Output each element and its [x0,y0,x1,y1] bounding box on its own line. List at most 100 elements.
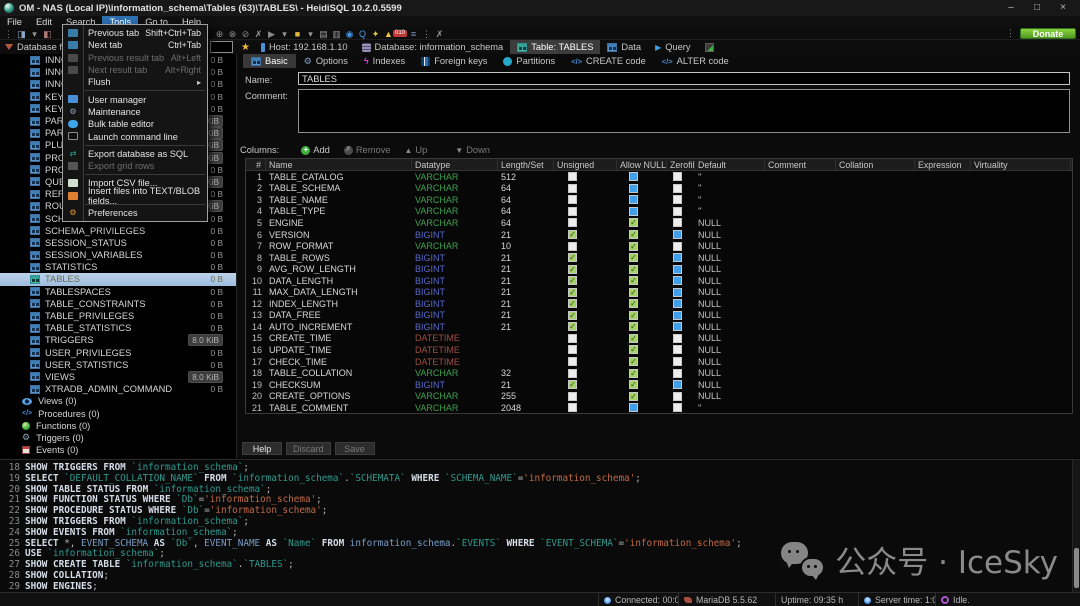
zerofill-checkbox[interactable] [673,334,682,343]
close-tab-icon[interactable]: ✗ [433,28,446,40]
tree-table-table-privileges[interactable]: TABLE_PRIVILEGES0 B [0,310,236,322]
discard-icon[interactable]: ⊗ [226,28,239,40]
zerofill-checkbox[interactable] [673,265,682,274]
unsigned-checkbox[interactable] [568,357,577,366]
allow-null-checkbox[interactable] [629,299,638,308]
zerofill-checkbox[interactable] [673,345,682,354]
tree-table-views[interactable]: VIEWS8.0 KiB [0,371,236,383]
grip-icon[interactable]: ⋮ [2,28,15,40]
tree-table-xtradb-admin-command[interactable]: XTRADB_ADMIN_COMMAND0 B [0,383,236,395]
tab-data[interactable]: Data [600,40,648,54]
grid-row-table-catalog[interactable]: 1TABLE_CATALOGVARCHAR512'' [246,171,1072,183]
menu-item-previous-tab[interactable]: Previous tabShift+Ctrl+Tab [63,27,207,39]
zerofill-checkbox[interactable] [673,276,682,285]
execute-icon[interactable]: ▶ [265,28,278,40]
tab-indexes[interactable]: ϟIndexes [356,54,413,68]
grid-header-virtuality[interactable]: Virtuality [971,159,1071,170]
zerofill-checkbox[interactable] [673,299,682,308]
open-caret-icon[interactable]: ▾ [304,28,317,40]
grid-row-data-free[interactable]: 13DATA_FREEBIGINT21NULL [246,310,1072,322]
tab-partitions[interactable]: Partitions [495,54,563,68]
tree-table-tables[interactable]: TABLES0 B [0,273,236,285]
tab-foreign-keys[interactable]: Foreign keys [413,54,495,68]
tab-alter-code[interactable]: </>ALTER code [654,54,737,68]
grid-row-create-time[interactable]: 15CREATE_TIMEDATETIMENULL [246,333,1072,345]
menu-edit[interactable]: Edit [29,16,59,27]
allow-null-checkbox[interactable] [629,195,638,204]
grid-header-allow-null[interactable]: Allow NULL [617,159,667,170]
apply-icon[interactable]: ⊘ [239,28,252,40]
move-up-button[interactable]: ▲ Up [404,145,427,155]
tree-table-table-constraints[interactable]: TABLE_CONSTRAINTS0 B [0,298,236,310]
grid-row-check-time[interactable]: 17CHECK_TIMEDATETIMENULL [246,356,1072,368]
minimize-button[interactable]: – [998,1,1024,15]
menu-item-bulk-table-editor[interactable]: Bulk table editor [63,118,207,130]
reformat-icon[interactable]: ≡ [407,28,420,40]
unsigned-checkbox[interactable] [568,242,577,251]
tree-table-schema-privileges[interactable]: SCHEMA_PRIVILEGES0 B [0,225,236,237]
unsigned-checkbox[interactable] [568,311,577,320]
table-filter-input[interactable] [210,41,233,53]
tab-create-code[interactable]: </>CREATE code [563,54,654,68]
allow-null-checkbox[interactable] [629,276,638,285]
zerofill-checkbox[interactable] [673,218,682,227]
table-name-input[interactable] [298,72,1070,85]
zerofill-checkbox[interactable] [673,357,682,366]
unsigned-checkbox[interactable] [568,369,577,378]
zerofill-checkbox[interactable] [673,242,682,251]
allow-null-checkbox[interactable] [629,334,638,343]
tree-table-triggers[interactable]: TRIGGERS8.0 KiB [0,334,236,346]
tree-table-statistics[interactable]: STATISTICS0 B [0,261,236,273]
allow-null-checkbox[interactable] [629,172,638,181]
add-column-button[interactable]: + Add [301,145,330,155]
execute-caret-icon[interactable]: ▾ [278,28,291,40]
binary-badge-icon[interactable]: 010 [393,30,407,37]
unsigned-checkbox[interactable] [568,230,577,239]
save-button[interactable]: Save [335,442,375,455]
unsigned-checkbox[interactable] [568,207,577,216]
menu-item-flush[interactable]: Flush▸ [63,76,207,88]
allow-null-checkbox[interactable] [629,288,638,297]
dropdown-caret-icon[interactable]: ▾ [28,28,41,40]
grid-header-comment[interactable]: Comment [765,159,836,170]
unsigned-checkbox[interactable] [568,184,577,193]
zerofill-checkbox[interactable] [673,322,682,331]
menu-item-user-manager[interactable]: User manager [63,93,207,105]
allow-null-checkbox[interactable] [629,207,638,216]
zerofill-checkbox[interactable] [673,403,682,412]
grid-row-avg-row-length[interactable]: 9AVG_ROW_LENGTHBIGINT21NULL [246,263,1072,275]
unsigned-checkbox[interactable] [568,195,577,204]
unsigned-checkbox[interactable] [568,345,577,354]
grid-row-version[interactable]: 6VERSIONBIGINT21NULL [246,229,1072,241]
tab-options[interactable]: ⚙Options [296,54,356,68]
zerofill-checkbox[interactable] [673,195,682,204]
tree-category-views-0[interactable]: Views (0) [0,395,236,407]
menu-item-insert-files-into-text-blob-fields[interactable]: Insert files into TEXT/BLOB fields... [63,190,207,202]
grid-header-collation[interactable]: Collation [836,159,915,170]
grid-row-max-data-length[interactable]: 11MAX_DATA_LENGTHBIGINT21NULL [246,286,1072,298]
grid-row-create-options[interactable]: 20CREATE_OPTIONSVARCHAR255NULL [246,390,1072,402]
menu-file[interactable]: File [0,16,29,27]
allow-null-checkbox[interactable] [629,345,638,354]
allow-null-checkbox[interactable] [629,380,638,389]
grid-header-datatype[interactable]: Datatype [412,159,498,170]
grid-header-default[interactable]: Default [695,159,765,170]
tab-query[interactable]: ▶Query [648,40,697,54]
grid-row-table-type[interactable]: 4TABLE_TYPEVARCHAR64'' [246,206,1072,218]
grid-row-table-rows[interactable]: 8TABLE_ROWSBIGINT21NULL [246,252,1072,264]
unsigned-checkbox[interactable] [568,288,577,297]
tree-table-session-status[interactable]: SESSION_STATUS0 B [0,237,236,249]
tab-host-192-168-1-10[interactable]: Host: 192.168.1.10 [254,40,355,54]
move-down-button[interactable]: ▼ Down [455,145,490,155]
grid-row-table-collation[interactable]: 18TABLE_COLLATIONVARCHAR32NULL [246,367,1072,379]
zerofill-checkbox[interactable] [673,207,682,216]
tab-database-information-schema[interactable]: Database: information_schema [355,40,511,54]
discard-button[interactable]: Discard [286,442,331,455]
tree-category-triggers-0[interactable]: ⚙Triggers (0) [0,432,236,444]
menu-item-preferences[interactable]: ⚙Preferences [63,207,207,219]
tree-table-table-statistics[interactable]: TABLE_STATISTICS0 B [0,322,236,334]
allow-null-checkbox[interactable] [629,357,638,366]
allow-null-checkbox[interactable] [629,322,638,331]
tab-new-query-icon[interactable] [698,40,721,54]
zerofill-checkbox[interactable] [673,184,682,193]
